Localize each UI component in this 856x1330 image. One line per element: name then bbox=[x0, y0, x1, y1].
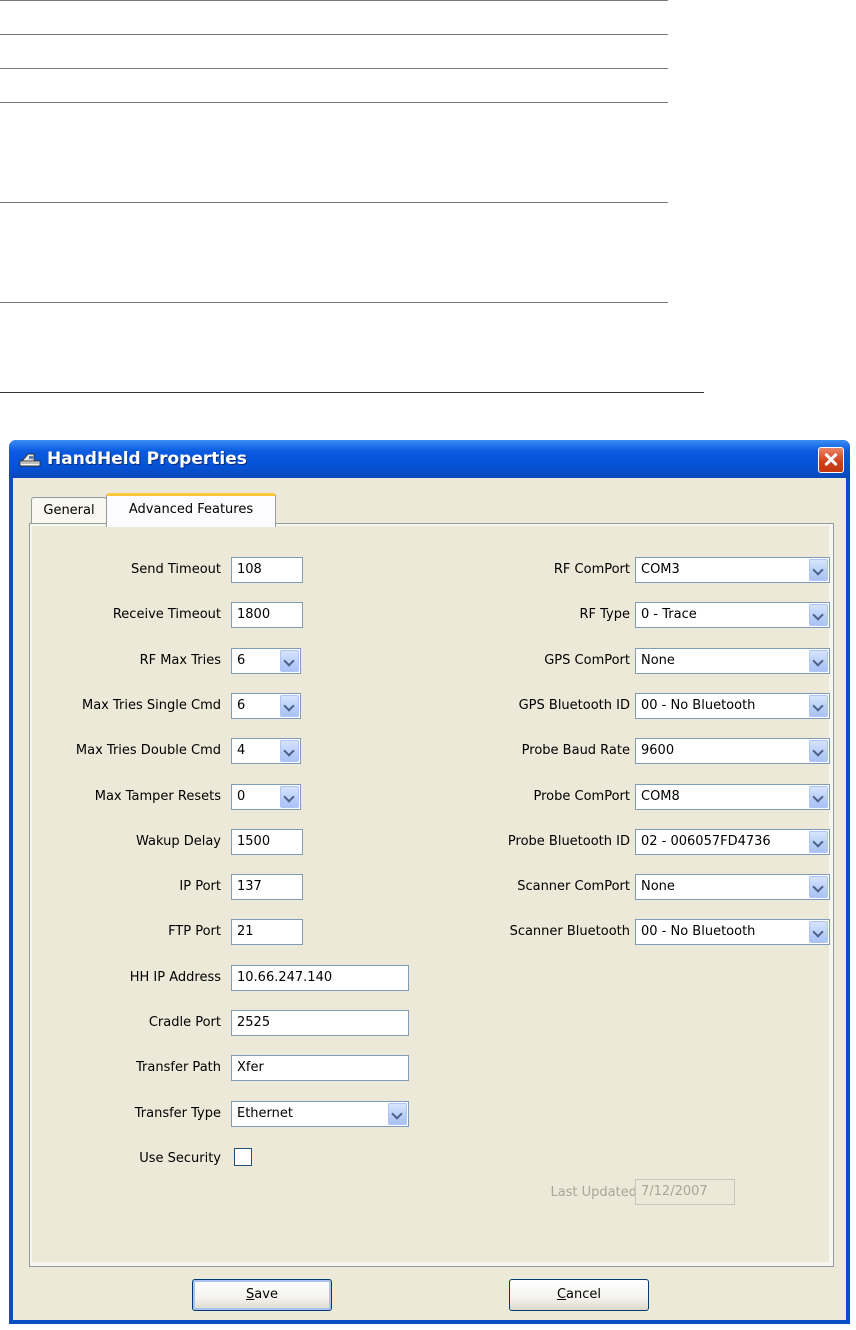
scanner-bluetooth-label: Scanner Bluetooth bbox=[509, 924, 630, 939]
max-tries-double-cmd-value: 4 bbox=[237, 743, 246, 758]
wakup-delay-input[interactable]: 1500 bbox=[231, 829, 303, 855]
panel-body: Send Timeout 108 Receive Timeout 1800 RF Max… bbox=[32, 526, 830, 1262]
gps-comport-value: None bbox=[641, 653, 675, 668]
document-rule bbox=[0, 68, 668, 69]
gps-comport-label: GPS ComPort bbox=[544, 653, 630, 668]
scanner-bluetooth-select[interactable]: 00 - No Bluetooth bbox=[635, 919, 830, 945]
chevron-down-icon[interactable] bbox=[809, 650, 828, 672]
send-timeout-label: Send Timeout bbox=[131, 562, 221, 577]
chevron-down-icon[interactable] bbox=[809, 604, 828, 626]
probe-baud-rate-select[interactable]: 9600 bbox=[635, 738, 830, 764]
rf-type-label: RF Type bbox=[579, 607, 630, 622]
chevron-down-icon[interactable] bbox=[280, 786, 299, 808]
scanner-bluetooth-value: 00 - No Bluetooth bbox=[641, 924, 756, 939]
handheld-app-icon bbox=[19, 450, 41, 468]
rf-type-select[interactable]: 0 - Trace bbox=[635, 602, 830, 628]
chevron-down-icon[interactable] bbox=[388, 1103, 407, 1125]
max-tamper-resets-label: Max Tamper Resets bbox=[94, 789, 221, 804]
document-rule bbox=[0, 302, 668, 303]
probe-baud-rate-value: 9600 bbox=[641, 743, 675, 758]
transfer-type-select[interactable]: Ethernet bbox=[231, 1101, 409, 1127]
document-rule bbox=[0, 102, 668, 103]
chevron-down-icon[interactable] bbox=[809, 559, 828, 581]
ip-port-input[interactable]: 137 bbox=[231, 874, 303, 900]
document-rule bbox=[0, 0, 668, 1]
gps-bluetooth-id-value: 00 - No Bluetooth bbox=[641, 698, 756, 713]
max-tamper-resets-select[interactable]: 0 bbox=[231, 784, 301, 810]
chevron-down-icon[interactable] bbox=[809, 831, 828, 853]
rf-comport-value: COM3 bbox=[641, 562, 680, 577]
scanner-comport-label: Scanner ComPort bbox=[517, 879, 630, 894]
probe-baud-rate-label: Probe Baud Rate bbox=[521, 743, 630, 758]
probe-comport-select[interactable]: COM8 bbox=[635, 784, 830, 810]
document-rule bbox=[0, 392, 704, 393]
cancel-mnemonic: C bbox=[556, 1287, 567, 1302]
chevron-down-icon[interactable] bbox=[280, 650, 299, 672]
close-button[interactable] bbox=[818, 447, 844, 473]
max-tries-single-cmd-select[interactable]: 6 bbox=[231, 693, 301, 719]
last-updated-field: 7/12/2007 bbox=[635, 1179, 735, 1205]
document-rule bbox=[0, 34, 668, 35]
rf-type-value: 0 - Trace bbox=[641, 607, 697, 622]
cancel-label: ancel bbox=[566, 1287, 602, 1302]
ftp-port-label: FTP Port bbox=[168, 924, 221, 939]
cradle-port-input[interactable]: 2525 bbox=[231, 1010, 409, 1036]
gps-comport-select[interactable]: None bbox=[635, 648, 830, 674]
receive-timeout-label: Receive Timeout bbox=[112, 607, 221, 622]
tab-advanced-features[interactable]: Advanced Features bbox=[106, 493, 276, 527]
last-updated-label: Last Updated bbox=[550, 1185, 637, 1200]
scanner-comport-value: None bbox=[641, 879, 675, 894]
gps-bluetooth-id-label: GPS Bluetooth ID bbox=[518, 698, 630, 713]
rf-max-tries-value: 6 bbox=[237, 653, 246, 668]
document-rule bbox=[0, 202, 668, 203]
max-tries-double-cmd-select[interactable]: 4 bbox=[231, 738, 301, 764]
probe-bluetooth-id-label: Probe Bluetooth ID bbox=[507, 834, 630, 849]
rf-comport-select[interactable]: COM3 bbox=[635, 557, 830, 583]
tab-general[interactable]: General bbox=[31, 497, 107, 524]
title-bar[interactable]: HandHeld Properties bbox=[9, 440, 850, 478]
transfer-path-label: Transfer Path bbox=[136, 1060, 221, 1075]
max-tries-single-cmd-label: Max Tries Single Cmd bbox=[82, 698, 221, 713]
scanner-comport-select[interactable]: None bbox=[635, 874, 830, 900]
max-tries-double-cmd-label: Max Tries Double Cmd bbox=[75, 743, 221, 758]
probe-bluetooth-id-value: 02 - 006057FD4736 bbox=[641, 834, 771, 849]
dialog-client-area: General Advanced Features Send Timeout 10… bbox=[13, 478, 846, 1320]
ip-port-label: IP Port bbox=[179, 879, 221, 894]
hh-ip-address-label: HH IP Address bbox=[129, 970, 221, 985]
max-tamper-resets-value: 0 bbox=[237, 789, 246, 804]
use-security-checkbox[interactable] bbox=[234, 1148, 252, 1166]
chevron-down-icon[interactable] bbox=[809, 695, 828, 717]
chevron-down-icon[interactable] bbox=[809, 740, 828, 762]
transfer-path-input[interactable]: Xfer bbox=[231, 1055, 409, 1081]
advanced-features-panel: Send Timeout 108 Receive Timeout 1800 RF Max… bbox=[29, 523, 834, 1267]
save-button[interactable]: Save bbox=[192, 1279, 332, 1311]
probe-bluetooth-id-select[interactable]: 02 - 006057FD4736 bbox=[635, 829, 830, 855]
rf-max-tries-label: RF Max Tries bbox=[139, 653, 221, 668]
save-label: ave bbox=[254, 1287, 278, 1302]
window-title: HandHeld Properties bbox=[47, 449, 247, 469]
chevron-down-icon[interactable] bbox=[280, 695, 299, 717]
rf-max-tries-select[interactable]: 6 bbox=[231, 648, 301, 674]
transfer-type-value: Ethernet bbox=[237, 1106, 293, 1121]
handheld-properties-dialog: HandHeld Properties General Advanced Fea… bbox=[9, 440, 850, 1324]
wakup-delay-label: Wakup Delay bbox=[135, 834, 221, 849]
ftp-port-input[interactable]: 21 bbox=[231, 919, 303, 945]
send-timeout-input[interactable]: 108 bbox=[231, 557, 303, 583]
gps-bluetooth-id-select[interactable]: 00 - No Bluetooth bbox=[635, 693, 830, 719]
chevron-down-icon[interactable] bbox=[809, 921, 828, 943]
use-security-label: Use Security bbox=[139, 1151, 221, 1166]
max-tries-single-cmd-value: 6 bbox=[237, 698, 246, 713]
chevron-down-icon[interactable] bbox=[809, 876, 828, 898]
receive-timeout-input[interactable]: 1800 bbox=[231, 602, 303, 628]
probe-comport-value: COM8 bbox=[641, 789, 680, 804]
probe-comport-label: Probe ComPort bbox=[533, 789, 630, 804]
transfer-type-label: Transfer Type bbox=[134, 1106, 221, 1121]
hh-ip-address-input[interactable]: 10.66.247.140 bbox=[231, 965, 409, 991]
cancel-button[interactable]: Cancel bbox=[509, 1279, 649, 1311]
cradle-port-label: Cradle Port bbox=[148, 1015, 221, 1030]
chevron-down-icon[interactable] bbox=[280, 740, 299, 762]
chevron-down-icon[interactable] bbox=[809, 786, 828, 808]
rf-comport-label: RF ComPort bbox=[553, 562, 630, 577]
